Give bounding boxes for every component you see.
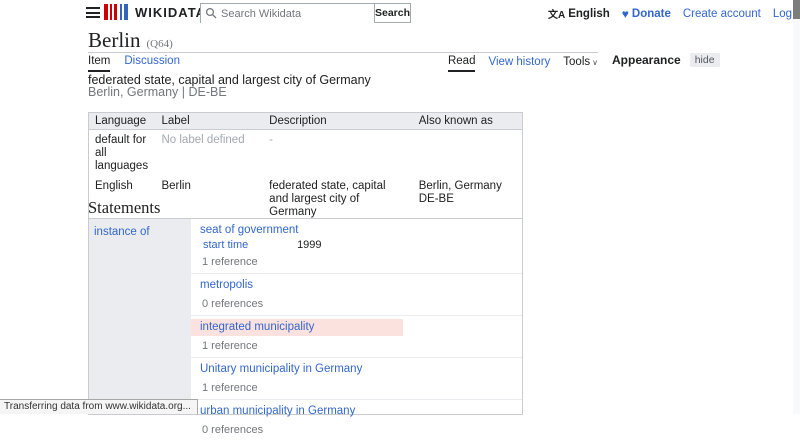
claim-value-link[interactable]: seat of government bbox=[200, 224, 298, 236]
claim-value-highlighted: integrated municipality bbox=[191, 319, 403, 336]
claim-value-link[interactable]: urban municipality in Germany bbox=[200, 405, 355, 417]
statement-values: seat of government start time 1999 1 ref… bbox=[190, 219, 522, 414]
top-bar: WIKIDATA Search 文A English ♥ Donate Crea… bbox=[0, 0, 793, 26]
create-account-link[interactable]: Create account bbox=[683, 8, 761, 20]
tab-discussion[interactable]: Discussion bbox=[124, 55, 180, 72]
donate-link[interactable]: ♥ Donate bbox=[622, 7, 671, 21]
col-language: Language bbox=[89, 113, 156, 130]
appearance-title: Appearance bbox=[612, 53, 681, 67]
appearance-panel: Appearance hide bbox=[612, 53, 720, 67]
references-toggle[interactable]: 1 reference bbox=[191, 256, 522, 269]
claim-value: seat of government bbox=[191, 222, 522, 239]
cell-description: federated state, capital and largest cit… bbox=[263, 176, 413, 223]
alias-line: Berlin, Germany bbox=[419, 180, 516, 193]
search-button[interactable]: Search bbox=[374, 3, 411, 23]
entity-id: (Q64) bbox=[147, 38, 173, 50]
col-also-known-as: Also known as bbox=[413, 113, 523, 130]
cell-description: - bbox=[263, 130, 413, 177]
col-description: Description bbox=[263, 113, 413, 130]
cell-language: default for all languages bbox=[89, 130, 156, 177]
cell-aliases bbox=[413, 130, 523, 177]
tab-item[interactable]: Item bbox=[88, 55, 110, 72]
chevron-down-icon: ∨ bbox=[592, 58, 598, 67]
statement-claim: integrated municipality 1 reference bbox=[191, 315, 522, 357]
tab-view-history[interactable]: View history bbox=[488, 56, 550, 71]
property-link-instance-of[interactable]: instance of bbox=[94, 226, 150, 238]
language-icon: 文A bbox=[548, 6, 565, 21]
table-row: default for all languages No label defin… bbox=[89, 130, 523, 177]
statement-claim: seat of government start time 1999 1 ref… bbox=[191, 219, 522, 273]
col-label: Label bbox=[155, 113, 263, 130]
statement-property-cell: instance of bbox=[89, 219, 190, 414]
statement-claim: metropolis 0 references bbox=[191, 273, 522, 315]
references-toggle[interactable]: 0 references bbox=[191, 298, 522, 311]
logo-text: WIKIDATA bbox=[135, 5, 206, 20]
terms-header-row: Language Label Description Also known as bbox=[89, 113, 523, 130]
claim-value: Unitary municipality in Germany bbox=[191, 361, 522, 378]
qualifier-property-link[interactable]: start time bbox=[203, 239, 248, 251]
tab-bar: Item Discussion Read View history Tools∨ bbox=[88, 55, 598, 70]
claim-qualifier: start time 1999 bbox=[191, 239, 522, 252]
vertical-scrollbar[interactable] bbox=[793, 0, 800, 414]
language-selector[interactable]: 文A English bbox=[548, 6, 610, 21]
scrollbar-thumb[interactable] bbox=[793, 0, 800, 19]
tab-read[interactable]: Read bbox=[448, 55, 476, 72]
search-bar: Search bbox=[200, 3, 411, 23]
tools-label: Tools bbox=[563, 56, 590, 68]
claim-value-link[interactable]: Unitary municipality in Germany bbox=[200, 363, 362, 375]
heart-icon: ♥ bbox=[622, 7, 629, 21]
search-box bbox=[200, 3, 374, 23]
cell-label: No label defined bbox=[155, 130, 263, 177]
search-input[interactable] bbox=[201, 5, 374, 23]
references-toggle[interactable]: 1 reference bbox=[191, 382, 522, 395]
claim-value-link[interactable]: integrated municipality bbox=[200, 321, 314, 333]
claim-value: urban municipality in Germany bbox=[191, 403, 522, 420]
references-toggle[interactable]: 1 reference bbox=[191, 340, 522, 353]
search-icon bbox=[205, 7, 217, 19]
browser-status-bar: Transferring data from www.wikidata.org.… bbox=[0, 399, 198, 414]
page-title: Berlin bbox=[88, 28, 141, 52]
cell-label: Berlin bbox=[155, 176, 263, 223]
wikidata-logo-stripes-icon bbox=[104, 4, 128, 20]
references-toggle[interactable]: 0 references bbox=[191, 424, 522, 437]
alias-line: DE-BE bbox=[419, 193, 516, 206]
claim-value: metropolis bbox=[191, 277, 522, 294]
appearance-hide-button[interactable]: hide bbox=[690, 53, 720, 67]
wikidata-logo[interactable]: WIKIDATA bbox=[104, 4, 206, 20]
donate-label: Donate bbox=[632, 8, 671, 20]
language-label: English bbox=[568, 8, 610, 20]
statement-group: instance of seat of government start tim… bbox=[88, 218, 523, 415]
entity-aliases-line: Berlin, Germany | DE-BE bbox=[88, 85, 227, 99]
title-section: Berlin (Q64) bbox=[88, 29, 598, 53]
statements-heading: Statements bbox=[88, 198, 160, 218]
tools-menu[interactable]: Tools∨ bbox=[563, 56, 598, 71]
statement-claim: Unitary municipality in Germany 1 refere… bbox=[191, 357, 522, 399]
qualifier-value: 1999 bbox=[297, 239, 321, 251]
cell-aliases: Berlin, Germany DE-BE bbox=[413, 176, 523, 223]
statement-claim: urban municipality in Germany 0 referenc… bbox=[191, 399, 522, 441]
user-links: 文A English ♥ Donate Create account Log i… bbox=[548, 6, 800, 21]
claim-value-link[interactable]: metropolis bbox=[200, 279, 253, 291]
hamburger-menu-icon[interactable] bbox=[86, 7, 100, 18]
